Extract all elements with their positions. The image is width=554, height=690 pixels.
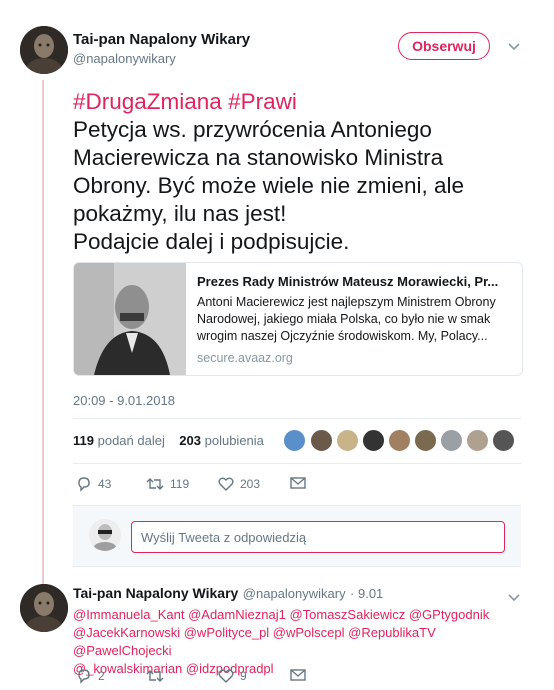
mention-line[interactable]: @Immanuela_Kant @AdamNieznaj1 @TomaszSak… <box>73 606 533 624</box>
tweet-hashtags[interactable]: #DrugaZmiana #Prawi <box>73 88 523 116</box>
reply-more-chevron-icon[interactable] <box>508 589 520 605</box>
current-user-avatar[interactable] <box>89 519 121 551</box>
reply-header: Tai-pan Napalony Wikary @napalonywikary … <box>73 585 383 603</box>
like-count: 203 <box>240 477 261 491</box>
liker-avatar[interactable] <box>336 429 359 452</box>
heart-icon <box>218 669 234 683</box>
reply-reply-count: 2 <box>98 669 105 683</box>
liker-avatar[interactable] <box>310 429 333 452</box>
liker-avatar[interactable] <box>440 429 463 452</box>
reply-reply-action[interactable]: 2 <box>76 668 105 684</box>
reply-author-handle[interactable]: @napalonywikary <box>243 586 346 601</box>
reply-action[interactable]: 43 <box>76 476 111 492</box>
tweet-line: Petycja ws. przywrócenia Antoniego <box>73 117 432 142</box>
retweet-count: 119 <box>170 477 190 491</box>
envelope-icon <box>290 477 306 489</box>
tweet-line: Obrony. Być może wiele nie zmieni, ale <box>73 173 464 198</box>
more-options-chevron-icon[interactable] <box>508 38 520 54</box>
tweet-line: pokażmy, ilu nas jest! <box>73 201 287 226</box>
tweet-timestamp[interactable]: 20:09 - 9.01.2018 <box>73 393 175 408</box>
liker-avatar[interactable] <box>388 429 411 452</box>
link-preview-card[interactable]: Prezes Rady Ministrów Mateusz Morawiecki… <box>73 262 523 376</box>
reply-composer: Wyślij Tweeta z odpowiedzią <box>73 505 521 567</box>
author-name[interactable]: Tai-pan Napalony Wikary <box>73 31 250 48</box>
card-image <box>74 263 186 375</box>
retweet-icon <box>146 670 164 682</box>
retweets-count[interactable]: 119 <box>73 433 94 448</box>
card-description: Antoni Macierewicz jest najlepszym Minis… <box>197 295 496 343</box>
tweet-line: Podajcie dalej i podpisujcie. <box>73 229 350 254</box>
divider <box>73 418 521 419</box>
reply-dm-action[interactable] <box>290 668 306 682</box>
liker-avatar[interactable] <box>466 429 489 452</box>
tweet-text: #DrugaZmiana #Prawi Petycja ws. przywróc… <box>73 88 523 256</box>
liker-avatar[interactable] <box>414 429 437 452</box>
retweets-label[interactable]: podań dalej <box>98 433 165 448</box>
liker-avatar[interactable] <box>283 429 306 452</box>
mention-line[interactable]: @JacekKarnowski @wPolityce_pl @wPolscepl… <box>73 624 533 660</box>
liker-avatar[interactable] <box>492 429 515 452</box>
reply-input[interactable]: Wyślij Tweeta z odpowiedzią <box>131 521 505 553</box>
reply-author-name[interactable]: Tai-pan Napalony Wikary <box>73 585 238 601</box>
retweet-action[interactable]: 119 <box>146 476 189 492</box>
author-handle[interactable]: @napalonywikary <box>73 51 176 66</box>
card-title[interactable]: Prezes Rady Ministrów Mateusz Morawiecki… <box>197 274 515 289</box>
card-domain: secure.avaaz.org <box>197 351 293 365</box>
author-avatar[interactable] <box>20 26 68 74</box>
envelope-icon <box>290 669 306 681</box>
reply-author-avatar[interactable] <box>20 584 68 632</box>
retweet-icon <box>146 478 164 490</box>
reply-like-action[interactable]: 9 <box>218 668 247 684</box>
tweet-line: Macierewicza na stanowisko Ministra <box>73 145 444 170</box>
direct-message-action[interactable] <box>290 476 306 490</box>
follow-button[interactable]: Obserwuj <box>398 32 490 60</box>
like-action[interactable]: 203 <box>218 476 260 492</box>
thread-line <box>42 80 44 600</box>
reply-icon <box>78 669 90 684</box>
reply-count: 43 <box>98 477 112 491</box>
reply-retweet-action[interactable] <box>146 668 170 684</box>
likes-label[interactable]: polubienia <box>205 433 264 448</box>
liker-avatar[interactable] <box>362 429 385 452</box>
reply-icon <box>78 477 90 492</box>
reply-like-count: 9 <box>240 669 247 683</box>
reply-date[interactable]: · 9.01 <box>350 586 383 601</box>
engagement-stats: 119 podań dalej 203 polubienia <box>73 433 264 448</box>
likes-count[interactable]: 203 <box>179 433 201 448</box>
divider <box>73 463 521 464</box>
heart-icon <box>218 477 234 491</box>
